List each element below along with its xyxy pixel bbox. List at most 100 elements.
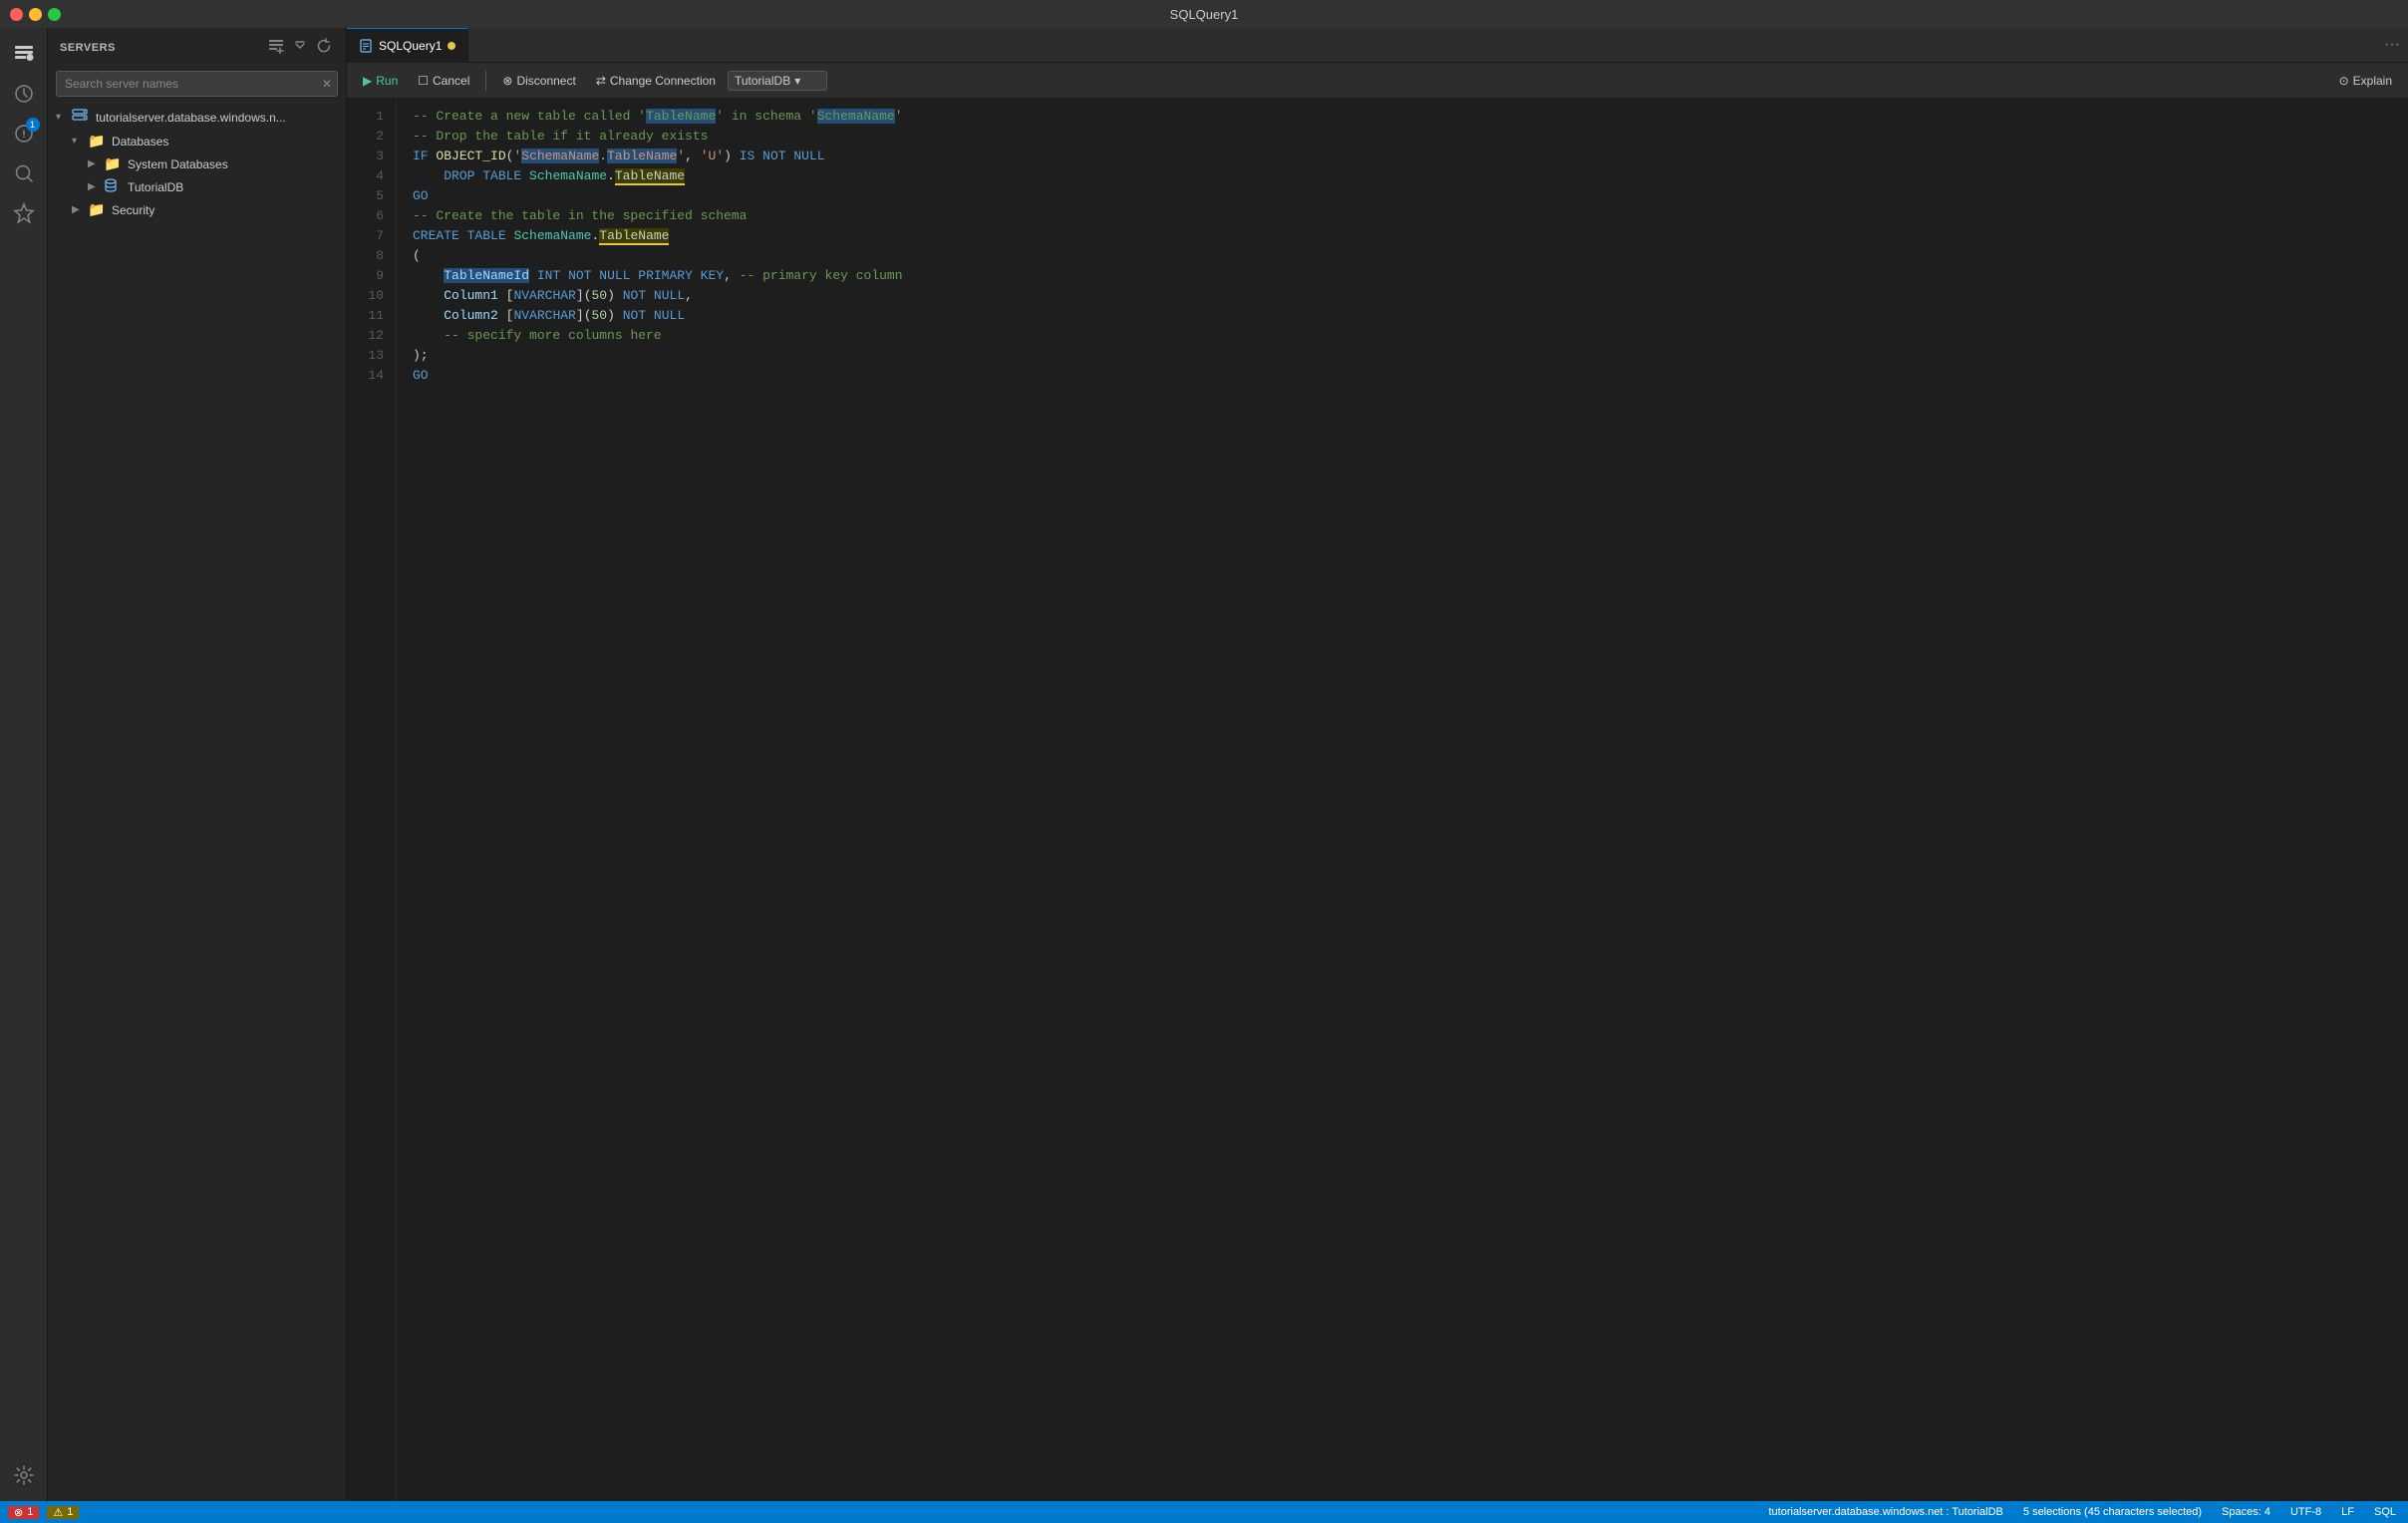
tab-more-button[interactable]: ··· <box>2376 36 2408 54</box>
status-right: tutorialserver.database.windows.net : Tu… <box>1764 1506 2400 1518</box>
line-number: 2 <box>347 127 396 147</box>
selection-info: 5 selections (45 characters selected) <box>2023 1506 2202 1518</box>
line-number: 7 <box>347 226 396 246</box>
line-number: 3 <box>347 147 396 166</box>
chevron-right-icon: ▶ <box>72 204 88 215</box>
system-databases-label: System Databases <box>128 157 228 171</box>
titlebar-buttons <box>10 8 61 21</box>
minimize-button[interactable] <box>29 8 42 21</box>
db-selector-value: TutorialDB <box>735 74 790 88</box>
line-number: 6 <box>347 206 396 226</box>
change-connection-button[interactable]: ⇄ Change Connection <box>588 71 724 91</box>
close-button[interactable] <box>10 8 23 21</box>
notification-badge: 1 <box>26 118 40 132</box>
error-icon: ⊗ <box>14 1506 23 1519</box>
activity-bar: 1 <box>0 28 48 1501</box>
window-title: SQLQuery1 <box>1170 7 1239 22</box>
tree-item-server[interactable]: ▾ tutorialserver.database.windows.n... <box>48 105 346 130</box>
spaces-label: Spaces: 4 <box>2222 1506 2270 1518</box>
server-label: tutorialserver.database.windows.n... <box>96 111 286 125</box>
line-number: 4 <box>347 166 396 186</box>
database-selector[interactable]: TutorialDB ▾ <box>728 71 827 91</box>
sidebar-header-actions <box>266 36 334 59</box>
tab-bar: SQLQuery1 ··· <box>347 28 2408 63</box>
folder-icon: 📁 <box>88 201 108 218</box>
sql-file-icon <box>359 39 373 53</box>
status-line-ending[interactable]: LF <box>2337 1506 2358 1518</box>
change-conn-icon: ⇄ <box>596 74 606 88</box>
explain-button[interactable]: ⊙ Explain <box>2331 71 2400 91</box>
activity-notifications[interactable]: 1 <box>6 116 42 152</box>
sidebar-header: SERVERS <box>48 28 346 67</box>
tree-item-security[interactable]: ▶ 📁 Security <box>48 198 346 221</box>
tab-modified-dot <box>448 42 455 50</box>
status-spaces[interactable]: Spaces: 4 <box>2218 1506 2274 1518</box>
maximize-button[interactable] <box>48 8 61 21</box>
tutorialdb-label: TutorialDB <box>128 180 183 194</box>
chevron-down-icon: ▾ <box>794 74 800 88</box>
status-selection[interactable]: 5 selections (45 characters selected) <box>2019 1506 2206 1518</box>
stop-icon: ☐ <box>418 74 429 88</box>
line-number: 8 <box>347 246 396 266</box>
line-ending-label: LF <box>2341 1506 2354 1518</box>
activity-settings[interactable] <box>6 1457 42 1493</box>
error-count: 1 <box>27 1506 33 1518</box>
disconnect-button[interactable]: ⊗ Disconnect <box>494 71 583 91</box>
status-encoding[interactable]: UTF-8 <box>2286 1506 2325 1518</box>
refresh-button[interactable] <box>314 36 334 59</box>
add-connection-button[interactable] <box>266 36 286 59</box>
code-editor[interactable]: 1 2 3 4 5 6 7 8 9 10 11 12 13 14 -- Crea… <box>347 99 2408 1501</box>
line-number: 1 <box>347 107 396 127</box>
warning-icon: ⚠ <box>53 1506 63 1519</box>
line-number: 13 <box>347 346 396 366</box>
collapse-button[interactable] <box>290 36 310 59</box>
line-numbers: 1 2 3 4 5 6 7 8 9 10 11 12 13 14 <box>347 99 397 1501</box>
toolbar-separator <box>485 71 486 91</box>
explain-icon: ⊙ <box>2339 74 2349 88</box>
status-errors[interactable]: ⊗ 1 <box>8 1506 39 1519</box>
server-tree: ▾ tutorialserver.database.windows.n... ▾… <box>48 101 346 1501</box>
activity-search[interactable] <box>6 155 42 191</box>
activity-connections[interactable] <box>6 36 42 72</box>
search-box: ✕ <box>56 71 338 97</box>
cancel-button[interactable]: ☐ Cancel <box>410 71 477 91</box>
tree-item-tutorialdb[interactable]: ▶ TutorialDB <box>48 175 346 198</box>
encoding-label: UTF-8 <box>2290 1506 2321 1518</box>
tree-item-system-databases[interactable]: ▶ 📁 System Databases <box>48 152 346 175</box>
run-button[interactable]: ▶ Run <box>355 71 406 91</box>
status-warnings[interactable]: ⚠ 1 <box>47 1506 79 1519</box>
line-number: 10 <box>347 286 396 306</box>
language-label: SQL <box>2374 1506 2396 1518</box>
status-server[interactable]: tutorialserver.database.windows.net : Tu… <box>1764 1506 2006 1518</box>
disconnect-icon: ⊗ <box>502 74 512 88</box>
databases-label: Databases <box>112 135 168 149</box>
activity-history[interactable] <box>6 76 42 112</box>
line-number: 11 <box>347 306 396 326</box>
database-icon <box>104 178 124 195</box>
main-layout: 1 SERVERS <box>0 28 2408 1501</box>
tab-label: SQLQuery1 <box>379 39 442 53</box>
activity-bookmarks[interactable] <box>6 195 42 231</box>
search-input[interactable] <box>56 71 338 97</box>
folder-icon: 📁 <box>88 133 108 150</box>
status-left: ⊗ 1 ⚠ 1 <box>8 1506 83 1519</box>
status-bar: ⊗ 1 ⚠ 1 tutorialserver.database.windows.… <box>0 1501 2408 1523</box>
code-content[interactable]: -- Create a new table called 'TableName'… <box>397 99 2408 1501</box>
tree-item-databases[interactable]: ▾ 📁 Databases <box>48 130 346 152</box>
status-language[interactable]: SQL <box>2370 1506 2400 1518</box>
editor-area: SQLQuery1 ··· ▶ Run ☐ Cancel ⊗ Disconnec… <box>347 28 2408 1501</box>
chevron-right-icon: ▶ <box>88 181 104 192</box>
search-clear-button[interactable]: ✕ <box>322 77 332 91</box>
chevron-down-icon: ▾ <box>56 112 72 123</box>
chevron-right-icon: ▶ <box>88 158 104 169</box>
line-number: 14 <box>347 366 396 386</box>
server-icon <box>72 108 92 127</box>
line-number: 9 <box>347 266 396 286</box>
sidebar-title: SERVERS <box>60 42 116 54</box>
toolbar: ▶ Run ☐ Cancel ⊗ Disconnect ⇄ Change Con… <box>347 63 2408 99</box>
folder-icon: 📁 <box>104 155 124 172</box>
server-status-label: tutorialserver.database.windows.net : Tu… <box>1768 1506 2002 1518</box>
run-icon: ▶ <box>363 74 372 88</box>
chevron-down-icon: ▾ <box>72 136 88 147</box>
editor-tab-sqlquery1[interactable]: SQLQuery1 <box>347 28 468 63</box>
